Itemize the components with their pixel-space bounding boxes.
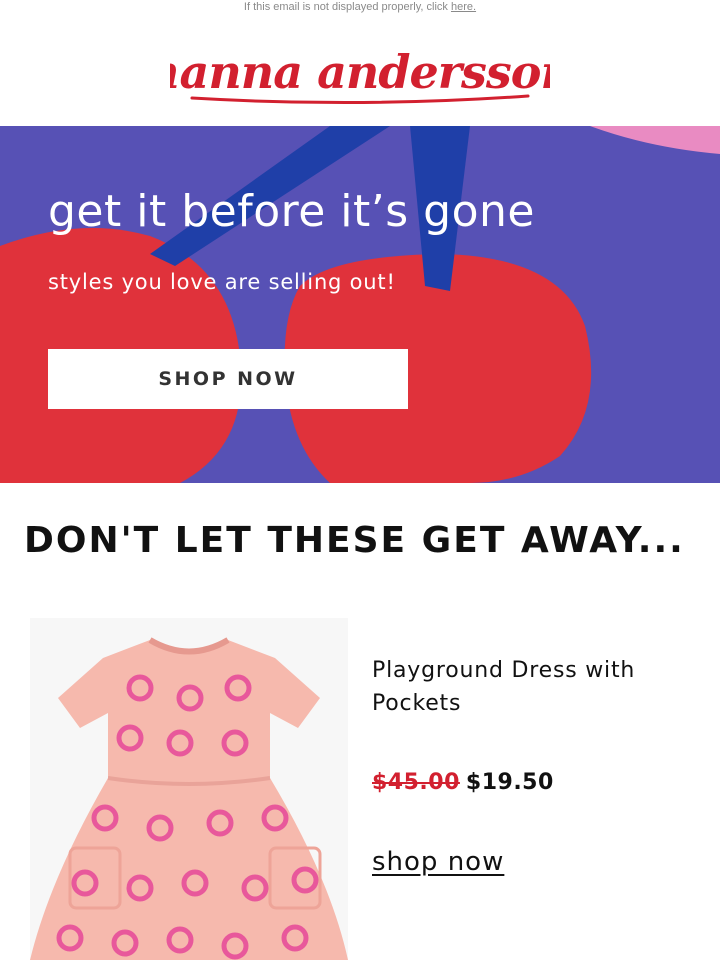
hero-title: get it before it’s gone <box>48 186 535 237</box>
hero-subtitle: styles you love are selling out! <box>48 270 396 294</box>
product-name[interactable]: Playground Dress with Pockets <box>372 654 692 720</box>
product-image[interactable] <box>30 618 348 960</box>
product-info: Playground Dress with Pockets $45.00 $19.… <box>372 654 692 877</box>
logo-text: hanna andersson <box>170 45 550 99</box>
preheader-link[interactable]: here. <box>451 1 476 13</box>
dress-icon <box>30 618 348 960</box>
brand-logo[interactable]: hanna andersson <box>0 26 720 126</box>
hero-background-image <box>0 126 720 483</box>
preheader-text: If this email is not displayed properly,… <box>243 1 448 13</box>
logo-icon: hanna andersson <box>170 45 550 105</box>
sale-price: $19.50 <box>465 770 554 795</box>
section-title: DON'T LET THESE GET AWAY... <box>24 520 685 561</box>
hero-shop-now-button[interactable]: SHOP NOW <box>48 349 408 409</box>
preheader: If this email is not displayed properly,… <box>0 0 720 26</box>
product-shop-now-link[interactable]: shop now <box>372 847 504 877</box>
original-price: $45.00 <box>372 770 460 795</box>
hero-banner[interactable] <box>0 126 720 483</box>
price-row: $45.00 $19.50 <box>372 770 692 795</box>
